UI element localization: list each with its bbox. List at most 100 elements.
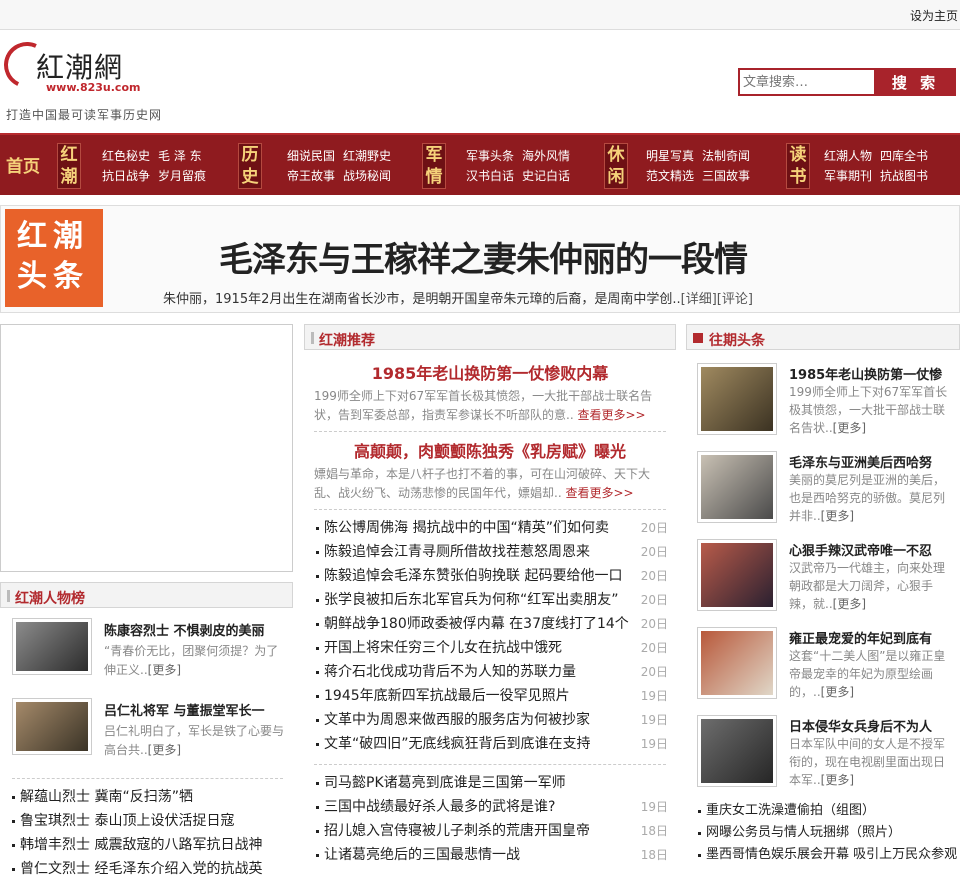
nav-link[interactable]: 军事头条	[466, 146, 514, 166]
nav-link[interactable]: 战场秘闻	[343, 166, 391, 186]
list-item[interactable]: 墨西哥情色娱乐展会开幕 吸引上万民众参观	[696, 844, 960, 866]
more-link[interactable]: [更多]	[148, 743, 181, 757]
person-item[interactable]: 吕仁礼将军 与董振堂军长一 吕仁礼明白了，军长是铁了心要与高台共..[更多]	[12, 694, 293, 768]
site-logo[interactable]: 紅潮網 www.823u.com 打造中国最可读军事历史网	[0, 35, 172, 126]
nav-link[interactable]: 毛 泽 东	[158, 146, 202, 166]
nav-link[interactable]: 红潮野史	[343, 146, 391, 166]
nav-link[interactable]: 三国故事	[702, 166, 750, 186]
nav-link[interactable]: 法制奇闻	[702, 146, 750, 166]
list-item-title[interactable]: 陈公博周佛海 揭抗战中的中国“精英”们如何卖	[324, 520, 609, 536]
past-item-title[interactable]: 毛泽东与亚洲美后西哈努	[789, 452, 932, 471]
list-item[interactable]: 让诸葛亮绝后的三国最悲情一战 18日	[314, 843, 676, 867]
list-item-title[interactable]: 张学良被扣后东北军官兵为何称“红军出卖朋友”	[324, 592, 619, 608]
list-item[interactable]: 1945年底新四军抗战最后一役罕见照片 19日	[314, 684, 676, 708]
past-item[interactable]: 雍正最宠爱的年妃到底有 这套“十二美人图”是以雍正皇帝最宠幸的年妃为原型绘画的，.…	[697, 620, 960, 708]
more-link[interactable]: [更多]	[821, 509, 854, 523]
list-item[interactable]: 鲁宝琪烈士 泰山顶上设伏活捉日寇	[10, 809, 293, 833]
list-item[interactable]: 网曝公务员与情人玩捆绑（照片）	[696, 822, 960, 844]
list-item-title[interactable]: 文革中为周恩来做西服的服务店为何被抄家	[324, 712, 590, 728]
past-item-title[interactable]: 1985年老山换防第一仗惨	[789, 364, 942, 383]
list-item-title[interactable]: 三国中战绩最好杀人最多的武将是谁?	[324, 799, 555, 815]
nav-link[interactable]: 抗日战争	[102, 166, 150, 186]
list-item[interactable]: 张学良被扣后东北军官兵为何称“红军出卖朋友” 20日	[314, 588, 676, 612]
person-photo[interactable]	[12, 618, 92, 675]
headline-comment-link[interactable]: [评论]	[717, 292, 753, 307]
nav-link[interactable]: 细说民国	[287, 146, 335, 166]
past-item-title[interactable]: 雍正最宠爱的年妃到底有	[789, 628, 932, 647]
person-item[interactable]: 陈康容烈士 不惧剥皮的美丽 “青春价无比，团聚何须提？为了伸正义..[更多]	[12, 614, 293, 688]
search-input[interactable]	[738, 68, 876, 96]
nav-cat-history[interactable]: 历史	[238, 143, 262, 189]
nav-link[interactable]: 汉书白话	[466, 166, 514, 186]
list-item[interactable]: 开国上将宋任穷三个儿女在抗战中饿死 20日	[314, 636, 676, 660]
more-link[interactable]: 查看更多>>	[565, 486, 633, 500]
list-item[interactable]: 司马懿PK诸葛亮到底谁是三国第一军师	[314, 771, 676, 795]
search-button[interactable]: 搜 索	[875, 68, 956, 96]
nav-link[interactable]: 红色秘史	[102, 146, 150, 166]
past-item-title[interactable]: 心狠手辣汉武帝唯一不忍	[789, 540, 932, 559]
nav-cat-reading[interactable]: 读书	[786, 143, 810, 189]
list-item[interactable]: 蒋介石北伐成功背后不为人知的苏联力量 20日	[314, 660, 676, 684]
more-link[interactable]: [更多]	[148, 663, 181, 677]
nav-link[interactable]: 军事期刊	[824, 166, 872, 186]
list-item[interactable]: 三国中战绩最好杀人最多的武将是谁? 19日	[314, 795, 676, 819]
headline-title[interactable]: 毛泽东与王稼祥之妻朱仲丽的一段情	[219, 232, 748, 281]
more-link[interactable]: [更多]	[833, 597, 866, 611]
past-item-photo[interactable]	[697, 363, 777, 435]
more-link[interactable]: [更多]	[833, 421, 866, 435]
list-item-title[interactable]: 招儿媳入宫侍寝被儿子刺杀的荒唐开国皇帝	[324, 823, 590, 839]
list-item[interactable]: 文革“破四旧”无底线疯狂背后到底谁在支持 19日	[314, 732, 676, 756]
person-title[interactable]: 陈康容烈士 不惧剥皮的美丽	[104, 620, 265, 639]
list-item[interactable]: 陈毅追悼会江青寻厕所借故找茬惹怒周恩来 20日	[314, 540, 676, 564]
nav-cat-leisure[interactable]: 休闲	[604, 143, 628, 189]
list-item-title[interactable]: 蒋介石北伐成功背后不为人知的苏联力量	[324, 664, 576, 680]
nav-link[interactable]: 帝王故事	[287, 166, 335, 186]
more-link[interactable]: 查看更多>>	[577, 408, 645, 422]
nav-link[interactable]: 抗战图书	[880, 166, 928, 186]
list-item[interactable]: 曾仁文烈士 经毛泽东介绍入党的抗战英	[10, 857, 293, 881]
recommend-item-title[interactable]: 1985年老山换防第一仗惨败内幕	[314, 360, 666, 384]
nav-link[interactable]: 岁月留痕	[158, 166, 206, 186]
person-photo[interactable]	[12, 698, 92, 755]
past-item-title[interactable]: 日本侵华女兵身后不为人	[789, 716, 932, 735]
person-title[interactable]: 吕仁礼将军 与董振堂军长一	[104, 700, 265, 719]
list-item-title[interactable]: 朝鲜战争180师政委被俘内幕 在37度线打了14个	[324, 616, 629, 632]
past-item-photo[interactable]	[697, 451, 777, 523]
list-item-title[interactable]: 陈毅追悼会江青寻厕所借故找茬惹怒周恩来	[324, 544, 590, 560]
list-item-title[interactable]: 陈毅追悼会毛泽东赞张伯驹挽联 起码要给他一口	[324, 568, 622, 584]
past-item-photo[interactable]	[697, 627, 777, 699]
nav-cat-military[interactable]: 军情	[422, 143, 446, 189]
more-link[interactable]: [更多]	[821, 685, 854, 699]
list-item[interactable]: 韩增丰烈士 威震敌寇的八路军抗日战神	[10, 833, 293, 857]
list-item-title[interactable]: 司马懿PK诸葛亮到底谁是三国第一军师	[324, 775, 566, 791]
list-item[interactable]: 招儿媳入宫侍寝被儿子刺杀的荒唐开国皇帝 18日	[314, 819, 676, 843]
more-link[interactable]: [更多]	[821, 773, 854, 787]
nav-home[interactable]: 首页	[6, 152, 40, 177]
list-item[interactable]: 陈公博周佛海 揭抗战中的中国“精英”们如何卖 20日	[314, 516, 676, 540]
list-item[interactable]: 解蕴山烈士 冀南“反扫荡”牺	[10, 785, 293, 809]
nav-link[interactable]: 史记白话	[522, 166, 570, 186]
list-item[interactable]: 陈毅追悼会毛泽东赞张伯驹挽联 起码要给他一口 20日	[314, 564, 676, 588]
list-item-title[interactable]: 文革“破四旧”无底线疯狂背后到底谁在支持	[324, 736, 591, 752]
list-item[interactable]: 朝鲜战争180师政委被俘内幕 在37度线打了14个 20日	[314, 612, 676, 636]
headline-detail-link[interactable]: [详细]	[681, 292, 717, 307]
list-item[interactable]: 文革中为周恩来做西服的服务店为何被抄家 19日	[314, 708, 676, 732]
past-item[interactable]: 心狠手辣汉武帝唯一不忍 汉武帝乃一代雄主，向来处理朝政都是大刀阔斧，心狠手辣，就.…	[697, 532, 960, 620]
nav-link[interactable]: 红潮人物	[824, 146, 872, 166]
recommend-item-title[interactable]: 高颠颠，肉颤颤陈独秀《乳房赋》曝光	[314, 438, 666, 462]
list-item-title[interactable]: 让诸葛亮绝后的三国最悲情一战	[324, 847, 520, 863]
list-item-title[interactable]: 1945年底新四军抗战最后一役罕见照片	[324, 688, 570, 704]
past-item[interactable]: 日本侵华女兵身后不为人 日本军队中间的女人是不授军衔的，现在电视剧里面出现日本军.…	[697, 708, 960, 796]
set-homepage-link[interactable]: 设为主页	[910, 7, 958, 24]
nav-link[interactable]: 四库全书	[880, 146, 928, 166]
nav-link[interactable]: 范文精选	[646, 166, 694, 186]
list-item-title[interactable]: 开国上将宋任穷三个儿女在抗战中饿死	[324, 640, 562, 656]
past-item[interactable]: 毛泽东与亚洲美后西哈努 美丽的莫尼列是亚洲的美后，也是西哈努克的骄傲。莫尼列并非.…	[697, 444, 960, 532]
past-item-photo[interactable]	[697, 715, 777, 787]
past-item-photo[interactable]	[697, 539, 777, 611]
past-item[interactable]: 1985年老山换防第一仗惨 199师全师上下对67军军首长极其愤怨，一大批干部战士…	[697, 356, 960, 444]
list-item[interactable]: 重庆女工洗澡遭偷拍（组图）	[696, 800, 960, 822]
nav-link[interactable]: 海外风情	[522, 146, 570, 166]
nav-cat-hongchao[interactable]: 红潮	[57, 143, 81, 189]
nav-link[interactable]: 明星写真	[646, 146, 694, 166]
